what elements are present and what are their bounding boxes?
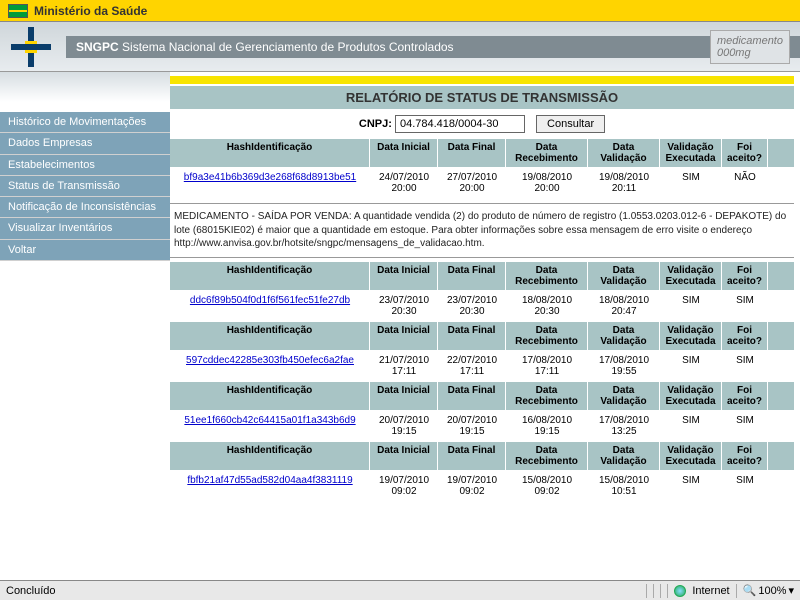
browser-status-bar: Concluído Internet 🔍 100% ▾	[0, 580, 800, 600]
validation-error-note: MEDICAMENTO - SAÍDA POR VENDA: A quantid…	[170, 203, 794, 258]
zoom-control[interactable]: 🔍 100% ▾	[743, 584, 794, 597]
table-row: bf9a3e41b6b369d3e268f68d8913be5124/07/20…	[170, 167, 794, 199]
sidebar-item-notificacao[interactable]: Notificação de Inconsistências	[0, 197, 170, 218]
brazil-flag-icon	[8, 4, 28, 18]
cnpj-filter-row: CNPJ: Consultar	[170, 109, 794, 139]
zoom-glass-icon: 🔍	[743, 584, 757, 597]
table-header: HashIdentificaçãoData InicialData FinalD…	[170, 382, 794, 410]
header-band: SNGPC Sistema Nacional de Gerenciamento …	[0, 22, 800, 72]
cnpj-label: CNPJ:	[359, 118, 392, 130]
table-header: HashIdentificaçãoData InicialData FinalD…	[170, 139, 794, 167]
main-content: RELATÓRIO DE STATUS DE TRANSMISSÃO CNPJ:…	[170, 72, 800, 506]
chevron-down-icon: ▾	[788, 584, 794, 597]
sidebar-item-status-transmissao[interactable]: Status de Transmissão	[0, 176, 170, 197]
yellow-divider	[170, 76, 794, 84]
internet-zone-icon	[674, 585, 686, 597]
table-row: ddc6f89b504f0d1f6f561fec51fe27db23/07/20…	[170, 290, 794, 322]
status-text: Concluído	[6, 585, 56, 597]
consultar-button[interactable]: Consultar	[536, 115, 605, 133]
table-header: HashIdentificaçãoData InicialData FinalD…	[170, 322, 794, 350]
system-title: SNGPC Sistema Nacional de Gerenciamento …	[66, 36, 800, 58]
sidebar-nav: Histórico de Movimentações Dados Empresa…	[0, 72, 170, 506]
hash-link[interactable]: ddc6f89b504f0d1f6f561fec51fe27db	[190, 295, 350, 306]
zoom-level: 100%	[758, 585, 786, 597]
sidebar-item-visualizar-inventarios[interactable]: Visualizar Inventários	[0, 218, 170, 239]
table-row: 597cddec42285e303fb450efec6a2fae21/07/20…	[170, 350, 794, 382]
ministry-label: Ministério da Saúde	[34, 4, 147, 18]
hash-link[interactable]: 597cddec42285e303fb450efec6a2fae	[186, 355, 354, 366]
hash-link[interactable]: bf9a3e41b6b369d3e268f68d8913be51	[184, 172, 356, 183]
sidebar-item-voltar[interactable]: Voltar	[0, 240, 170, 261]
hash-link[interactable]: fbfb21af47d55ad582d04aa4f3831119	[187, 475, 352, 486]
ministry-top-bar: Ministério da Saúde	[0, 0, 800, 22]
internet-zone-label: Internet	[692, 585, 729, 597]
medicamento-watermark: medicamento 000mg	[710, 30, 790, 64]
sngpc-logo-icon	[6, 22, 56, 72]
system-acronym: SNGPC	[76, 40, 119, 54]
cnpj-input[interactable]	[395, 115, 525, 133]
table-header: HashIdentificaçãoData InicialData FinalD…	[170, 262, 794, 290]
sidebar-item-dados-empresas[interactable]: Dados Empresas	[0, 133, 170, 154]
system-fullname: Sistema Nacional de Gerenciamento de Pro…	[122, 40, 454, 54]
table-row: fbfb21af47d55ad582d04aa4f383111919/07/20…	[170, 470, 794, 502]
table-row: 51ee1f660cb42c64415a01f1a343b6d920/07/20…	[170, 410, 794, 442]
hash-link[interactable]: 51ee1f660cb42c64415a01f1a343b6d9	[184, 415, 355, 426]
table-header: HashIdentificaçãoData InicialData FinalD…	[170, 442, 794, 470]
report-title: RELATÓRIO DE STATUS DE TRANSMISSÃO	[170, 86, 794, 109]
sidebar-item-estabelecimentos[interactable]: Estabelecimentos	[0, 155, 170, 176]
sidebar-item-historico[interactable]: Histórico de Movimentações	[0, 112, 170, 133]
